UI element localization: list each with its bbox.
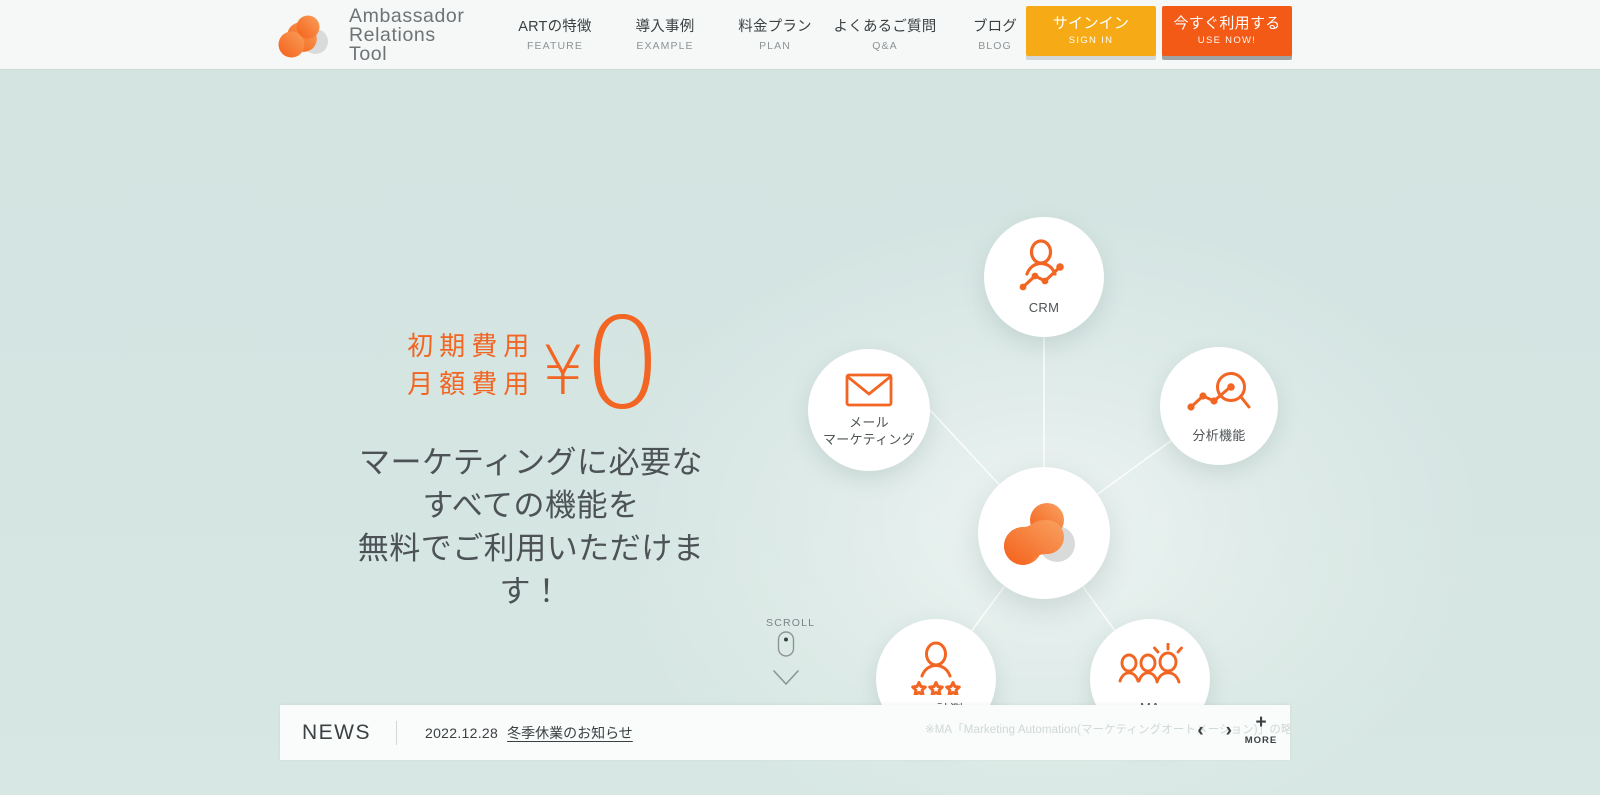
use-now-label-jp: 今すぐ利用する: [1173, 15, 1281, 33]
sign-in-button[interactable]: サインイン SIGN IN: [1026, 6, 1156, 56]
yen-symbol: ¥: [541, 332, 585, 411]
site-logo[interactable]: Ambassador Relations Tool: [278, 4, 464, 66]
sign-in-label-en: SIGN IN: [1068, 35, 1114, 47]
site-header: Ambassador Relations Tool ARTの特徴 FEATURE…: [0, 0, 1600, 69]
news-footnote: ※MA「Marketing Automation(マーケティングオートメーション…: [925, 724, 1290, 736]
use-now-button[interactable]: 今すぐ利用する USE NOW!: [1162, 6, 1292, 56]
price-label-initial: 初期費用: [407, 331, 536, 361]
price-value: 0: [582, 290, 663, 437]
person-stars-icon: [907, 641, 965, 695]
nav-item-qa[interactable]: よくあるご質問 Q&A: [830, 15, 940, 54]
nav-item-feature[interactable]: ARTの特徴 FEATURE: [500, 15, 610, 54]
news-item-link[interactable]: 冬季休業のお知らせ: [507, 723, 633, 743]
nav-item-plan[interactable]: 料金プラン PLAN: [720, 15, 830, 54]
mouse-scroll-icon: [773, 631, 799, 686]
nav-label-en: PLAN: [759, 40, 791, 52]
news-item-date: 2022.12.28: [425, 724, 499, 741]
nav-label-jp: 料金プラン: [738, 19, 812, 35]
news-bar: NEWS 2022.12.28 冬季休業のお知らせ ※MA「Marketing …: [280, 705, 1290, 760]
prev-arrow-icon[interactable]: ‹: [1197, 721, 1203, 741]
nav-label-en: EXAMPLE: [636, 40, 694, 52]
hero-tagline: マーケティングに必要な すべての機能を 無料でご利用いただけます！: [357, 445, 705, 609]
use-now-label-en: USE NOW!: [1197, 35, 1257, 47]
feature-node-center[interactable]: [978, 467, 1110, 599]
logo-text: Ambassador Relations Tool: [349, 4, 465, 65]
art-logo-icon: [278, 8, 338, 63]
hero-section: 初期費用 月額費用 ¥ 0 マーケティングに必要な すべての機能を 無料でご利用…: [0, 69, 1600, 795]
magnifier-chart-icon: [1187, 369, 1251, 421]
price-labels: 初期費用 月額費用: [401, 325, 535, 403]
nav-label-jp: よくあるご質問: [833, 19, 937, 35]
scroll-indicator[interactable]: SCROLL: [766, 617, 816, 696]
nav-label-jp: 導入事例: [635, 19, 695, 35]
landing-page: Ambassador Relations Tool ARTの特徴 FEATURE…: [0, 0, 1600, 795]
news-more-label: MORE: [1244, 735, 1278, 746]
plus-icon: +: [1255, 712, 1267, 733]
news-more-button[interactable]: + MORE: [1237, 712, 1285, 746]
nav-item-example[interactable]: 導入事例 EXAMPLE: [610, 15, 720, 54]
next-arrow-icon[interactable]: ›: [1226, 721, 1232, 741]
price-row: 初期費用 月額費用 ¥ 0: [336, 301, 726, 427]
price-label-monthly: 月額費用: [407, 369, 536, 399]
news-pagination: ‹ ›: [1197, 721, 1232, 741]
feature-label-crm: CRM: [1028, 299, 1060, 315]
feature-diagram: CRM メール マーケティング 分析機能: [790, 199, 1310, 739]
people-group-icon: [1117, 642, 1183, 693]
art-logo-icon: [1002, 494, 1086, 572]
scroll-label: SCROLL: [766, 617, 816, 629]
news-divider: [396, 720, 397, 745]
nav-label-en: FEATURE: [527, 40, 583, 52]
price-amount: ¥ 0: [541, 290, 663, 437]
feature-label-analytics: 分析機能: [1192, 427, 1246, 443]
feature-label-mail-marketing: メール マーケティング: [822, 415, 916, 447]
envelope-icon: [845, 372, 893, 408]
person-chart-icon: [1014, 238, 1074, 293]
feature-node-crm[interactable]: CRM: [984, 217, 1104, 337]
nav-label-jp: ARTの特徴: [518, 19, 592, 35]
hero-headline: 初期費用 月額費用 ¥ 0 マーケティングに必要な すべての機能を 無料でご利用…: [336, 301, 726, 613]
header-cta-group: サインイン SIGN IN 今すぐ利用する USE NOW!: [1026, 6, 1292, 56]
sign-in-label-jp: サインイン: [1052, 15, 1130, 33]
news-bar-title: NEWS: [302, 720, 371, 744]
feature-node-mail-marketing[interactable]: メール マーケティング: [808, 349, 930, 471]
feature-node-analytics[interactable]: 分析機能: [1160, 347, 1278, 465]
nav-label-en: Q&A: [872, 40, 898, 52]
main-navigation: ARTの特徴 FEATURE 導入事例 EXAMPLE 料金プラン PLAN よ…: [500, 0, 1050, 69]
